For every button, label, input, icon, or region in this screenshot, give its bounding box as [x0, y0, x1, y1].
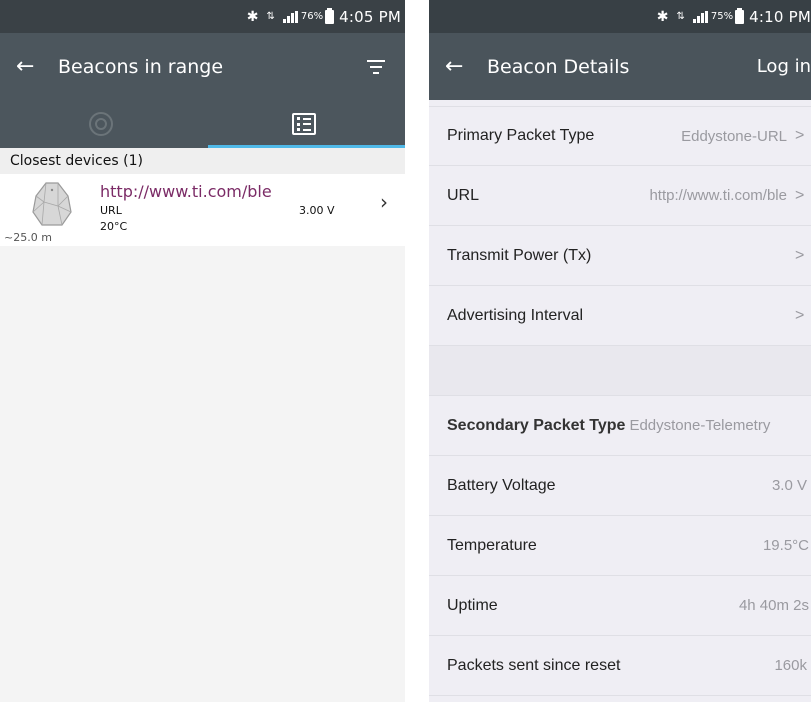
- detail-row-url[interactable]: URL http://www.ti.com/ble >: [429, 166, 811, 226]
- detail-label: URL: [447, 186, 480, 204]
- detail-label: Temperature: [447, 536, 537, 554]
- device-voltage: 3.00 V: [299, 204, 335, 217]
- chevron-right-icon: >: [795, 246, 805, 264]
- detail-label: Advertising Interval: [447, 306, 584, 324]
- page-title: Beacon Details: [487, 55, 630, 78]
- tab-list[interactable]: [203, 100, 406, 148]
- detail-value: http://www.ti.com/ble: [649, 187, 787, 204]
- detail-value: 3.0 V: [771, 477, 807, 494]
- detail-value: Eddystone-Telemetry: [629, 417, 771, 434]
- tab-indicator: [208, 145, 405, 148]
- toolbar: ← Beacon Details Log in: [429, 33, 811, 100]
- back-arrow-icon[interactable]: ←: [445, 54, 487, 79]
- detail-row-packets-sent: Packets sent since reset 160k: [429, 636, 811, 696]
- bluetooth-icon: ✱: [246, 8, 259, 25]
- detail-row-primary-packet-type[interactable]: Primary Packet Type Eddystone-URL >: [429, 106, 811, 166]
- detail-label: Uptime: [447, 596, 498, 614]
- beacon-details-screen: ✱ ⇅ 75% 4:10 PM ← Beacon Details Log in …: [429, 0, 811, 702]
- data-network-icon: ⇅: [676, 11, 685, 22]
- beacon-device-icon: [32, 182, 72, 226]
- details-list: Primary Packet Type Eddystone-URL > URL …: [429, 106, 811, 696]
- detail-row-advertising-interval[interactable]: Advertising Interval >: [429, 286, 811, 346]
- radar-icon: [89, 112, 114, 136]
- detail-row-transmit-power[interactable]: Transmit Power (Tx) >: [429, 226, 811, 286]
- detail-value: 4h 40m 2s: [738, 597, 809, 614]
- detail-value: 160k: [774, 657, 807, 674]
- battery-percent: 75%: [710, 11, 734, 22]
- device-url: http://www.ti.com/ble: [100, 182, 272, 201]
- device-temperature: 20°C: [100, 220, 128, 233]
- filter-icon[interactable]: [367, 59, 385, 74]
- signal-icon: [282, 10, 298, 23]
- battery-icon: [325, 7, 335, 24]
- detail-row-temperature: Temperature 19.5°C: [429, 516, 811, 576]
- list-icon: [291, 113, 316, 135]
- section-header: Closest devices (1): [0, 148, 405, 174]
- beacons-in-range-screen: ✱ ⇅ 76% 4:05 PM ← Beacons in range Close…: [0, 0, 405, 702]
- battery-icon: [735, 7, 745, 24]
- signal-icon: [692, 10, 708, 23]
- device-distance: ~25.0 m: [4, 231, 52, 244]
- bluetooth-icon: ✱: [656, 8, 669, 25]
- detail-label: Primary Packet Type: [447, 127, 595, 144]
- status-bar: ✱ ⇅ 76% 4:05 PM: [0, 0, 405, 33]
- status-bar: ✱ ⇅ 75% 4:10 PM: [429, 0, 811, 33]
- detail-row-secondary-packet-type: Secondary Packet Type Eddystone-Telemetr…: [429, 396, 811, 456]
- detail-label: Secondary Packet Type: [447, 416, 626, 434]
- log-in-button[interactable]: Log in: [757, 56, 811, 77]
- clock: 4:10 PM: [749, 7, 811, 26]
- detail-label: Packets sent since reset: [447, 656, 621, 674]
- detail-value: Eddystone-URL: [681, 127, 787, 145]
- page-title: Beacons in range: [58, 55, 224, 78]
- detail-row-battery-voltage: Battery Voltage 3.0 V: [429, 456, 811, 516]
- detail-value: 19.5°C: [762, 537, 809, 554]
- detail-label: Transmit Power (Tx): [447, 246, 592, 264]
- device-list-item[interactable]: ~25.0 m http://www.ti.com/ble URL 20°C 3…: [0, 174, 405, 246]
- detail-label: Battery Voltage: [447, 476, 556, 494]
- toolbar: ← Beacons in range: [0, 33, 405, 100]
- back-arrow-icon[interactable]: ←: [16, 54, 58, 79]
- device-packet-type: URL: [100, 204, 122, 217]
- detail-row-uptime: Uptime 4h 40m 2s: [429, 576, 811, 636]
- section-divider: [429, 346, 811, 396]
- clock: 4:05 PM: [339, 7, 401, 26]
- chevron-right-icon: ›: [380, 190, 388, 214]
- view-tabs: [0, 100, 405, 148]
- battery-percent: 76%: [300, 11, 324, 22]
- data-network-icon: ⇅: [266, 11, 275, 22]
- chevron-right-icon: >: [795, 306, 805, 324]
- chevron-right-icon: >: [795, 186, 805, 204]
- tab-radar[interactable]: [0, 100, 203, 148]
- chevron-right-icon: >: [795, 127, 805, 144]
